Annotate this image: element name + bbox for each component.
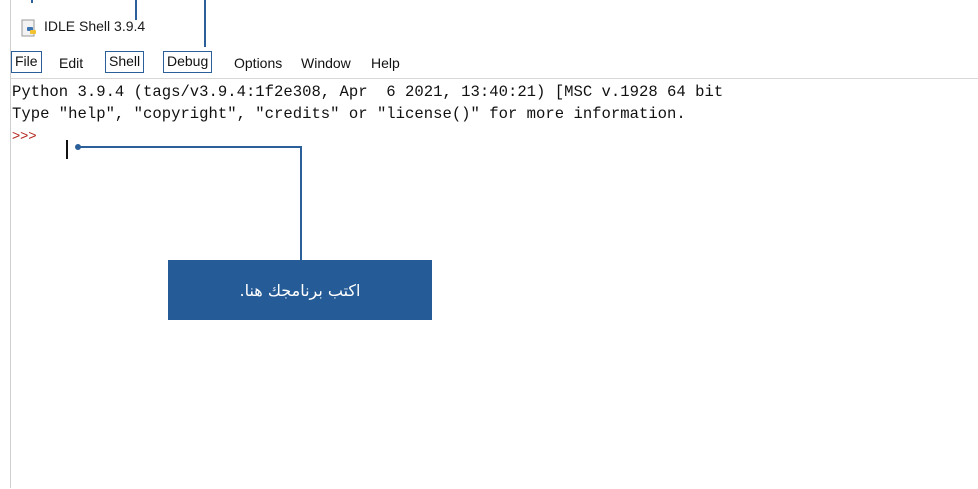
menu-bar: File Edit Shell Debug Options Window Hel…	[11, 50, 978, 78]
window-title: IDLE Shell 3.9.4	[44, 18, 146, 34]
menu-help[interactable]: Help	[368, 53, 403, 73]
shell-banner-line-2: Type "help", "copyright", "credits" or "…	[12, 105, 686, 123]
python-file-icon	[21, 19, 36, 37]
callout-label: اكتب برنامجك هنا.	[168, 260, 432, 320]
menu-window[interactable]: Window	[298, 53, 354, 73]
menu-options[interactable]: Options	[231, 53, 285, 73]
callout-line-shell	[135, 0, 137, 20]
shell-prompt: >>>	[12, 127, 37, 143]
idle-shell-window: IDLE Shell 3.9.4 File Edit Shell Debug O…	[10, 0, 978, 489]
shell-banner-line-1: Python 3.9.4 (tags/v3.9.4:1f2e308, Apr 6…	[12, 83, 724, 101]
shell-text-area[interactable]: Python 3.9.4 (tags/v3.9.4:1f2e308, Apr 6…	[11, 78, 978, 489]
menu-file[interactable]: File	[11, 51, 42, 73]
callout-line-horizontal	[78, 146, 302, 148]
callout-line-vertical	[300, 146, 302, 260]
menu-debug[interactable]: Debug	[163, 51, 213, 73]
text-cursor	[66, 140, 68, 159]
menu-edit[interactable]: Edit	[56, 53, 86, 73]
menu-shell[interactable]: Shell	[105, 51, 145, 73]
callout-line-debug	[204, 0, 206, 47]
title-bar: IDLE Shell 3.9.4	[11, 0, 978, 48]
callout-line-file	[31, 0, 33, 3]
